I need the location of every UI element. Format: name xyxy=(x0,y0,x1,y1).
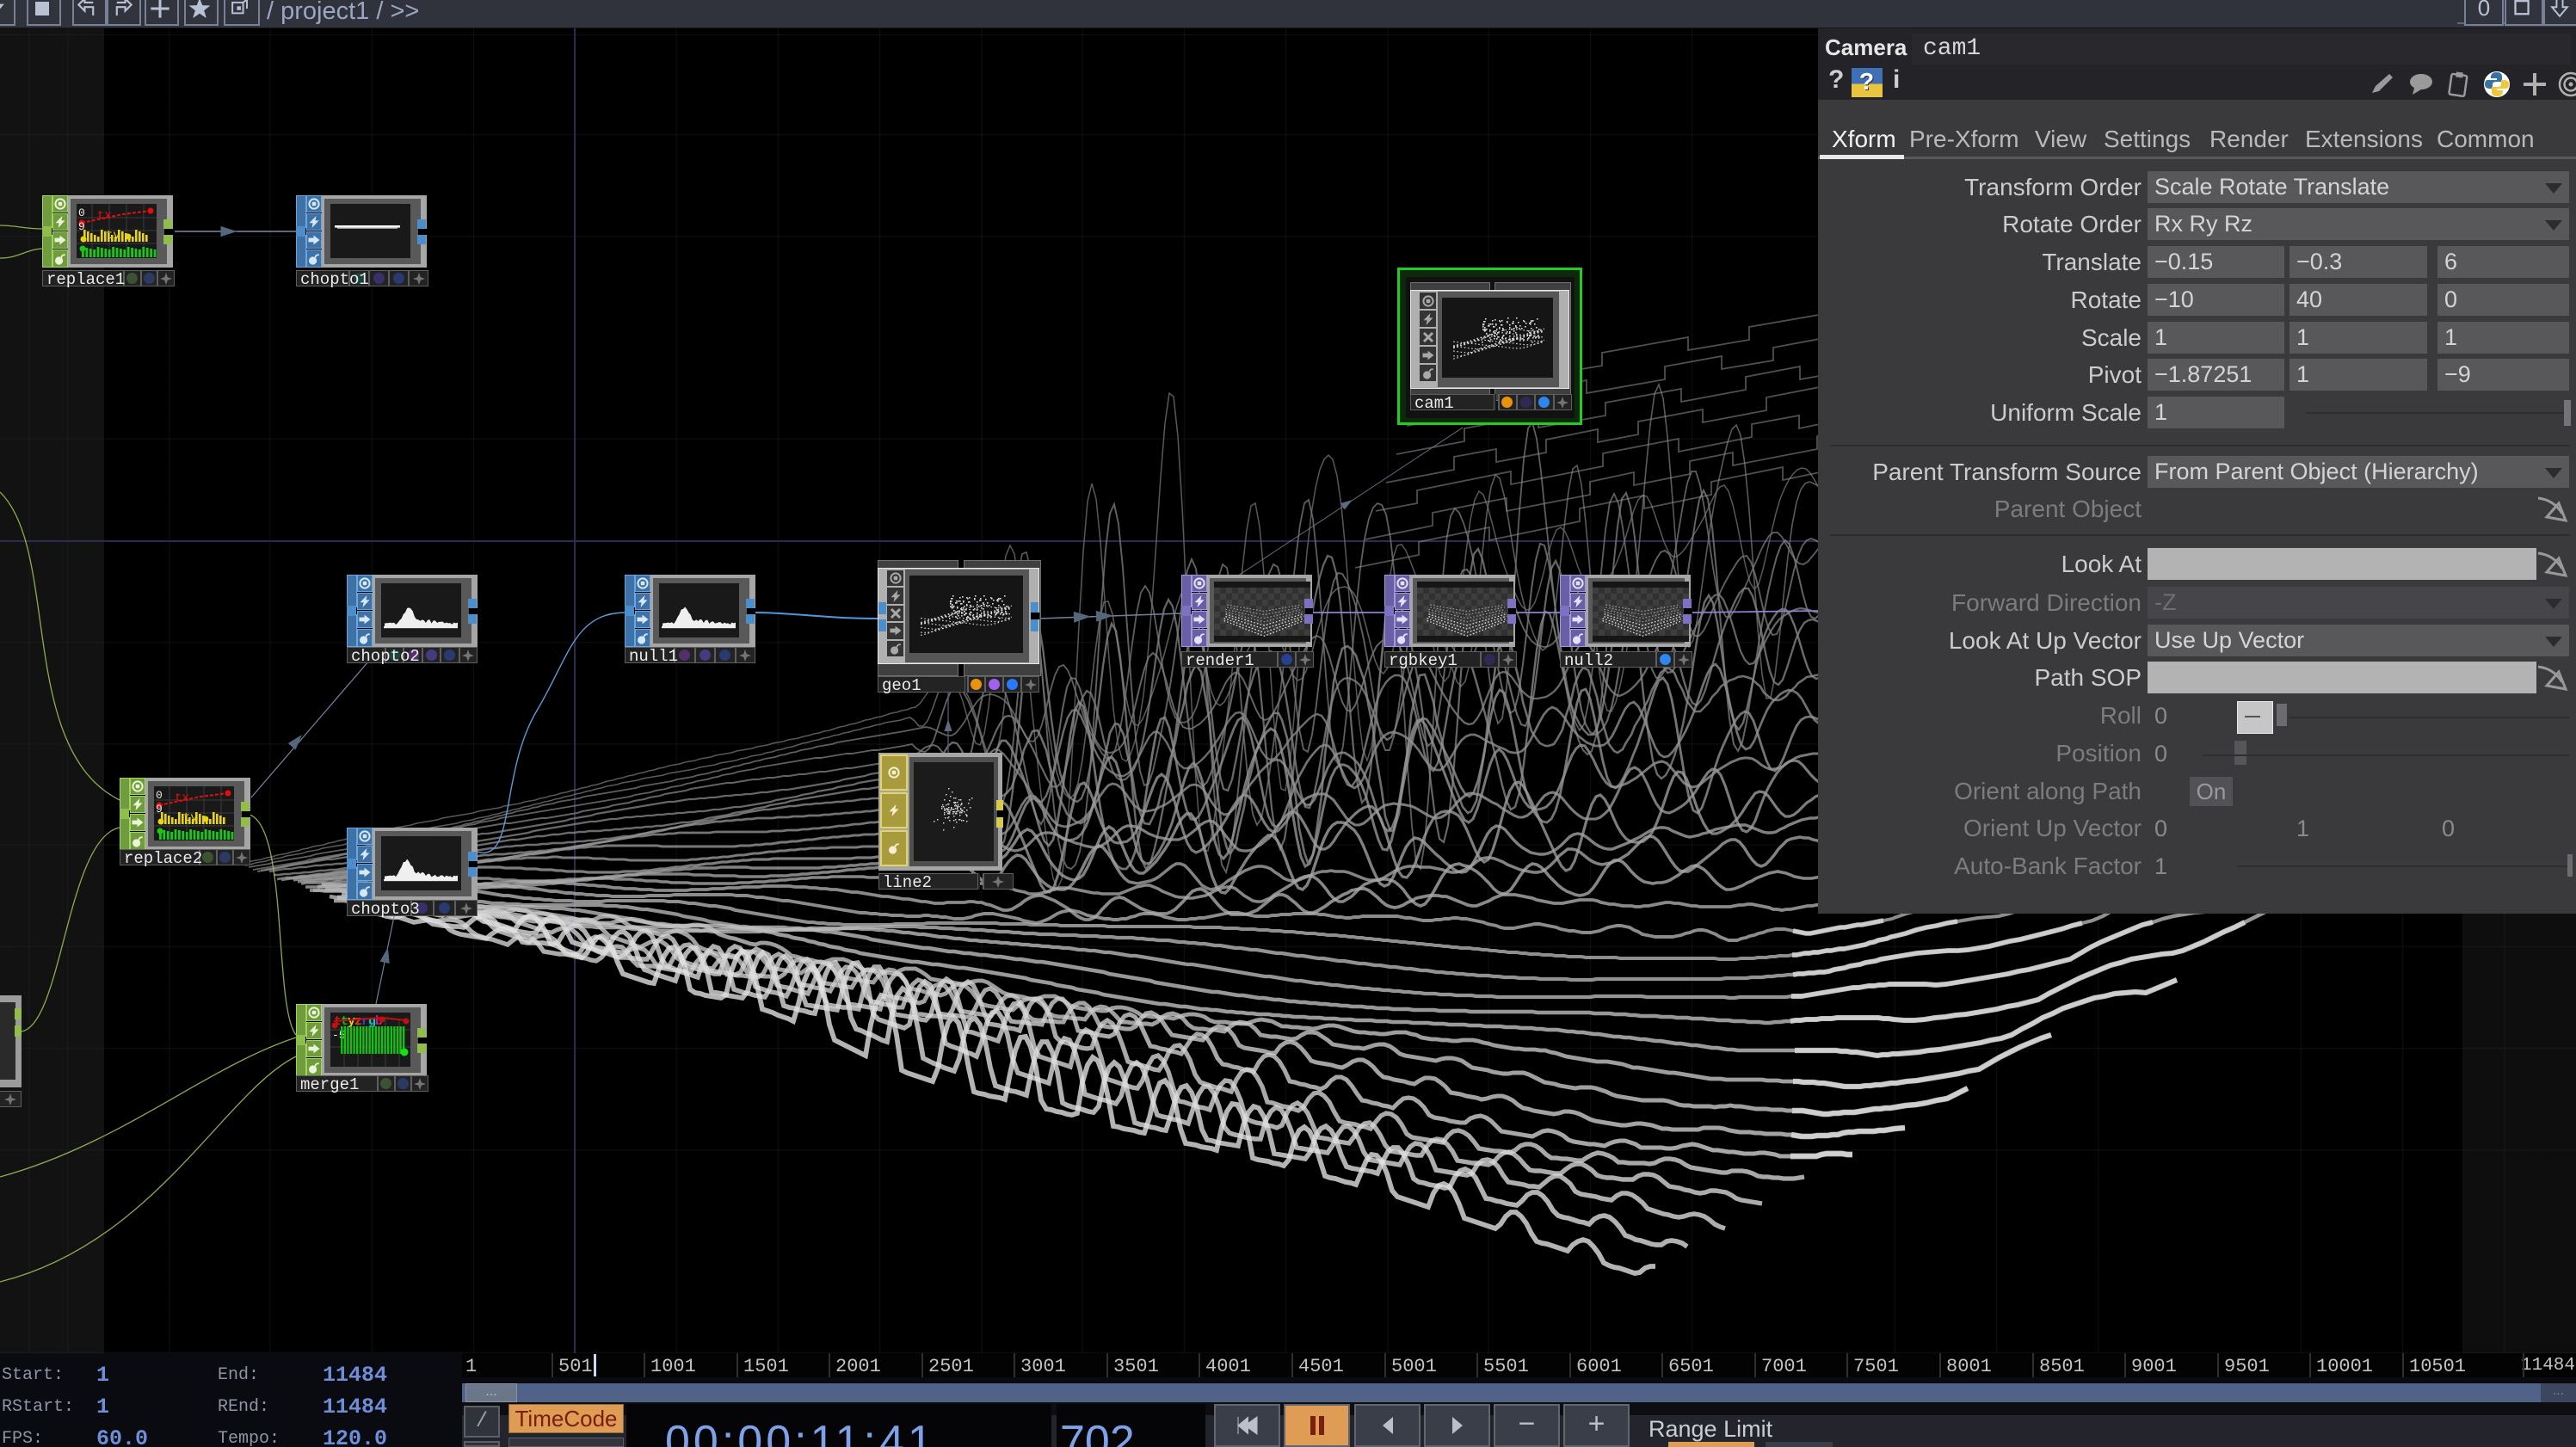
svg-text:tx: tx xyxy=(97,209,112,223)
svg-text:tx: tx xyxy=(175,791,189,805)
svg-text:0: 0 xyxy=(156,789,163,802)
svg-text:ty: ty xyxy=(106,229,120,243)
svg-text:0: 0 xyxy=(78,206,85,219)
svg-text:ty: ty xyxy=(183,811,198,825)
svg-text:-5: -5 xyxy=(332,1029,346,1042)
